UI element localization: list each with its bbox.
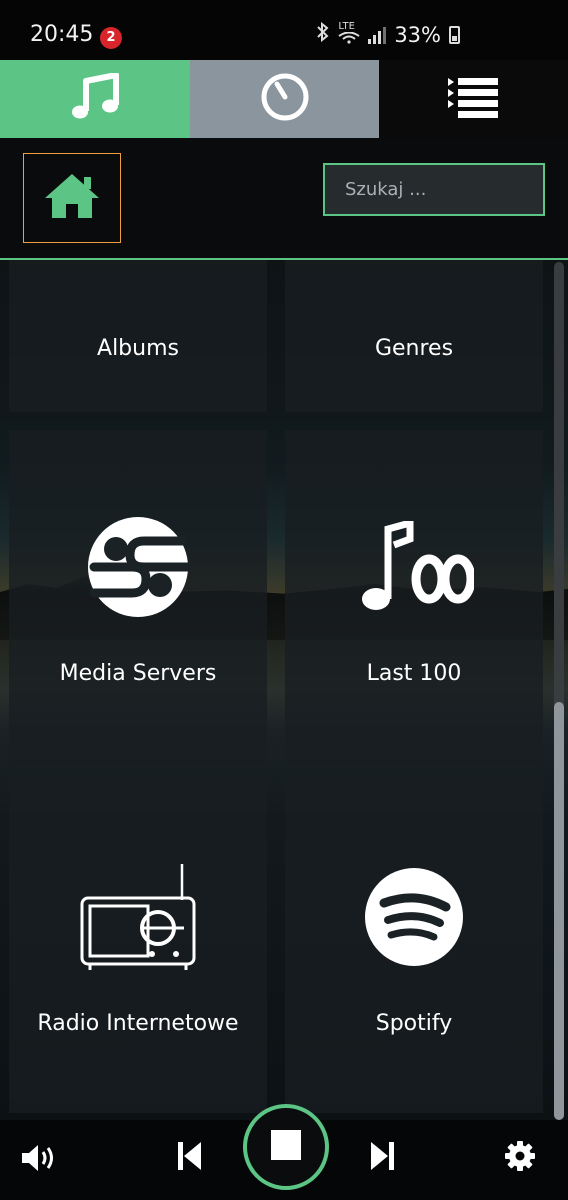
notification-badge: 2	[100, 27, 122, 49]
search-input[interactable]	[323, 163, 545, 216]
tab-queue[interactable]	[379, 60, 568, 138]
tile-genres[interactable]: Genres	[285, 260, 543, 412]
tab-now-playing[interactable]	[190, 60, 379, 138]
tile-spotify[interactable]: Spotify	[285, 780, 543, 1113]
browse-grid: Albums Genres Media Servers Last 100 Rad…	[0, 260, 568, 1120]
signal-icon	[368, 26, 387, 44]
tile-albums[interactable]: Albums	[9, 260, 267, 412]
tile-radio-internetowe[interactable]: Radio Internetowe	[9, 780, 267, 1113]
last-100-icon	[354, 507, 474, 627]
status-bar: 20:45 2 LTE 33%	[0, 0, 568, 60]
status-icons: LTE 33%	[316, 22, 460, 47]
status-time: 20:45	[30, 22, 94, 47]
tile-label: Albums	[97, 336, 179, 361]
tile-label: Genres	[374, 336, 454, 361]
tile-label: Media Servers	[59, 661, 217, 686]
next-button[interactable]	[366, 1138, 400, 1178]
next-icon	[370, 1140, 396, 1176]
tile-label: Spotify	[375, 1011, 453, 1036]
volume-icon	[20, 1143, 56, 1177]
tile-label: Radio Internetowe	[37, 1011, 239, 1036]
volume-button[interactable]	[18, 1140, 58, 1180]
top-tabs	[0, 60, 568, 138]
list-icon	[447, 76, 500, 122]
tile-label: Last 100	[366, 661, 462, 686]
scrollbar-thumb[interactable]	[554, 702, 564, 1120]
wifi-icon: LTE	[338, 22, 360, 47]
gear-icon	[504, 1140, 536, 1176]
stop-button[interactable]	[243, 1104, 329, 1190]
radio-icon	[78, 857, 198, 977]
network-type: LTE	[338, 21, 355, 32]
media-servers-icon	[86, 507, 190, 627]
music-note-icon	[70, 72, 120, 125]
battery-percent: 33%	[394, 22, 441, 47]
browse-header	[0, 138, 568, 260]
home-button[interactable]	[23, 153, 121, 243]
spotify-icon	[364, 857, 464, 977]
dial-icon	[260, 72, 310, 126]
settings-button[interactable]	[500, 1138, 540, 1178]
battery-icon	[449, 25, 460, 44]
tile-last-100[interactable]: Last 100	[285, 430, 543, 763]
previous-button[interactable]	[172, 1138, 206, 1178]
tab-library[interactable]	[0, 60, 190, 138]
stop-icon	[270, 1129, 302, 1165]
tile-media-servers[interactable]: Media Servers	[9, 430, 267, 763]
home-icon	[42, 171, 102, 225]
scrollbar[interactable]	[552, 262, 566, 1122]
bluetooth-icon	[316, 21, 330, 47]
previous-icon	[176, 1140, 202, 1176]
